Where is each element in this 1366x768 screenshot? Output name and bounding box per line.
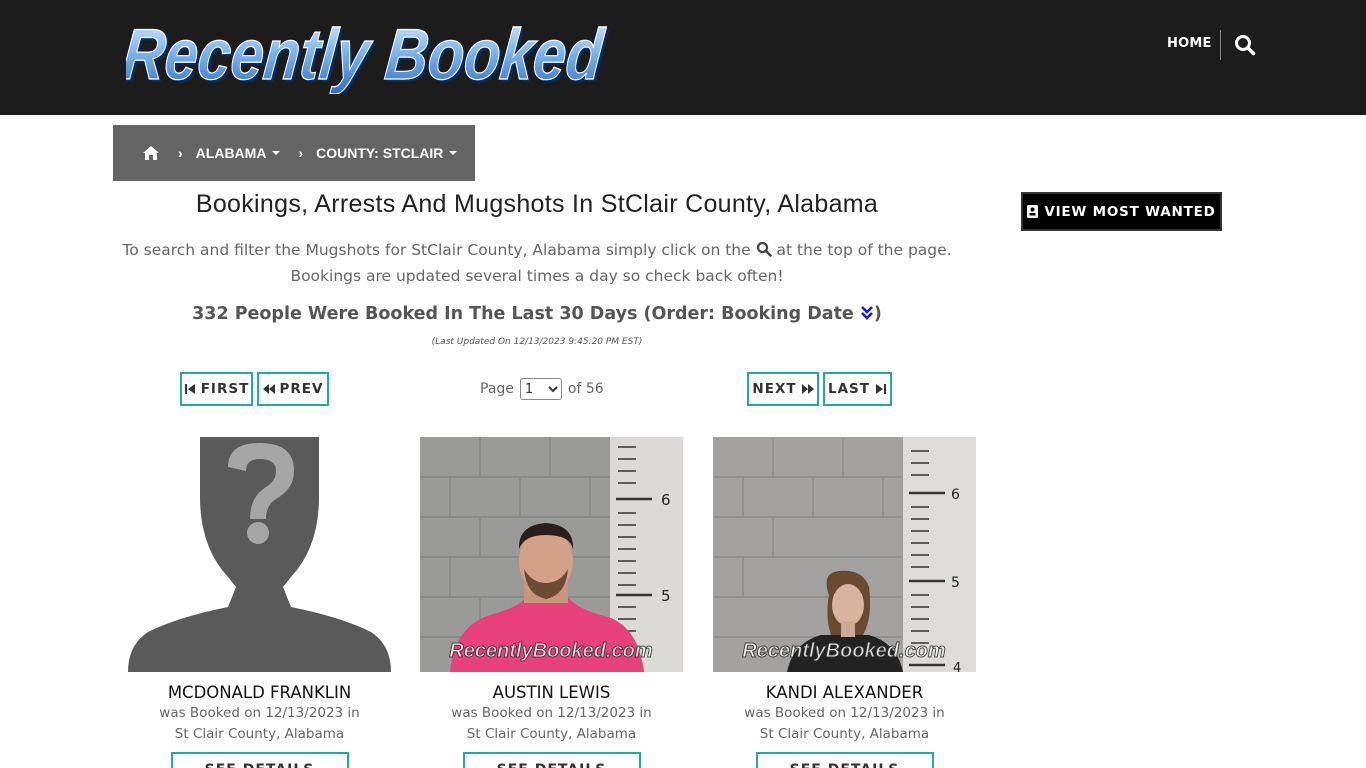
- breadcrumb: › ALABAMA › COUNTY: STCLAIR: [113, 125, 475, 181]
- svg-text:RecentlyBooked.com: RecentlyBooked.com: [742, 640, 945, 662]
- id-badge-icon: [1027, 205, 1039, 218]
- booking-info-line-2: St Clair County, Alabama: [174, 726, 345, 742]
- prev-page-label: PREV: [279, 381, 324, 397]
- page-label: Page: [480, 381, 514, 397]
- breadcrumb-state-label: ALABAMA: [195, 145, 267, 161]
- description-text-3: Bookings are updated several times a day…: [290, 267, 784, 285]
- fast-forward-icon: [801, 384, 814, 394]
- svg-text:RecentlyBooked.com: RecentlyBooked.com: [449, 640, 652, 662]
- prev-page-button[interactable]: PREV: [257, 372, 329, 406]
- height-mark-5: 5: [661, 587, 671, 605]
- last-updated: (Last Updated On 12/13/2023 9:45:20 PM E…: [431, 337, 643, 347]
- skip-last-icon: [875, 384, 886, 394]
- nav-divider: [1220, 30, 1221, 60]
- booking-info-line-1: was Booked on 12/13/2023 in: [451, 705, 652, 721]
- booking-info-line-1: was Booked on 12/13/2023 in: [159, 705, 360, 721]
- booking-count-close: ): [873, 304, 882, 324]
- rewind-icon: [262, 384, 275, 394]
- last-page-label: LAST: [828, 381, 870, 397]
- breadcrumb-county-dropdown[interactable]: COUNTY: STCLAIR: [316, 145, 458, 161]
- booking-card: 6 5 RecentlyBooked.com AUSTIN LEWIS was …: [420, 437, 683, 768]
- mugshot-placeholder[interactable]: [128, 437, 391, 672]
- see-details-button[interactable]: SEE DETAILS: [755, 752, 934, 768]
- page-total: of 56: [567, 381, 604, 397]
- mugshot-photo[interactable]: 6 5 RecentlyBooked.com: [420, 437, 683, 672]
- site-logo[interactable]: Recently Booked Recently Booked: [118, 14, 616, 98]
- person-name[interactable]: AUSTIN LEWIS: [420, 683, 683, 702]
- view-most-wanted-label: VIEW MOST WANTED: [1044, 203, 1216, 220]
- view-most-wanted-button[interactable]: VIEW MOST WANTED: [1021, 192, 1222, 231]
- page-selector: Page 1 of 56: [480, 378, 604, 400]
- person-name[interactable]: MCDONALD FRANKLIN: [128, 683, 391, 702]
- height-mark-5: 5: [951, 575, 960, 591]
- caret-down-icon: [272, 151, 281, 155]
- description-text-1: To search and filter the Mugshots for St…: [122, 241, 751, 259]
- booking-count-text: 332 People Were Booked In The Last 30 Da…: [192, 304, 854, 324]
- see-details-button[interactable]: SEE DETAILS: [462, 752, 641, 768]
- height-mark-6: 6: [661, 491, 671, 509]
- chevron-right-icon: ›: [298, 145, 304, 161]
- height-mark-4: 4: [953, 661, 961, 672]
- description-text-2: at the top of the page.: [776, 241, 952, 259]
- caret-down-icon: [449, 151, 458, 155]
- site-header: Recently Booked Recently Booked HOME: [0, 0, 1366, 115]
- next-page-label: NEXT: [752, 381, 797, 397]
- page-description: To search and filter the Mugshots for St…: [113, 237, 961, 289]
- breadcrumb-state-dropdown[interactable]: ALABAMA: [196, 145, 281, 161]
- see-details-button[interactable]: SEE DETAILS: [170, 752, 349, 768]
- booking-count: 332 People Were Booked In The Last 30 Da…: [113, 304, 961, 324]
- last-page-button[interactable]: LAST: [823, 372, 892, 406]
- first-page-label: FIRST: [200, 381, 250, 397]
- sort-order-icon[interactable]: [860, 305, 874, 321]
- booking-card: 6 5 4 RecentlyBooked.com KANDI ALEXANDER…: [713, 437, 976, 768]
- search-icon[interactable]: [1233, 33, 1257, 57]
- height-mark-6: 6: [951, 487, 960, 503]
- booking-info-line-1: was Booked on 12/13/2023 in: [744, 705, 945, 721]
- first-page-button[interactable]: FIRST: [180, 372, 253, 406]
- page-title: Bookings, Arrests And Mugshots In StClai…: [195, 190, 879, 218]
- breadcrumb-county-label: COUNTY: STCLAIR: [316, 145, 444, 161]
- skip-first-icon: [184, 384, 195, 394]
- booking-info-line-2: St Clair County, Alabama: [759, 726, 930, 742]
- search-icon: [756, 239, 772, 257]
- chevron-right-icon: ›: [178, 145, 183, 161]
- mugshot-photo[interactable]: 6 5 4 RecentlyBooked.com: [713, 437, 976, 672]
- booking-info-line-2: St Clair County, Alabama: [466, 726, 637, 742]
- page-select[interactable]: 1: [519, 378, 562, 400]
- next-page-button[interactable]: NEXT: [747, 372, 819, 406]
- nav-home-link[interactable]: HOME: [1167, 36, 1212, 51]
- svg-text:Recently Booked: Recently Booked: [126, 15, 608, 94]
- booking-card: MCDONALD FRANKLIN was Booked on 12/13/20…: [128, 437, 391, 768]
- home-icon[interactable]: [142, 145, 160, 161]
- person-name[interactable]: KANDI ALEXANDER: [713, 683, 976, 702]
